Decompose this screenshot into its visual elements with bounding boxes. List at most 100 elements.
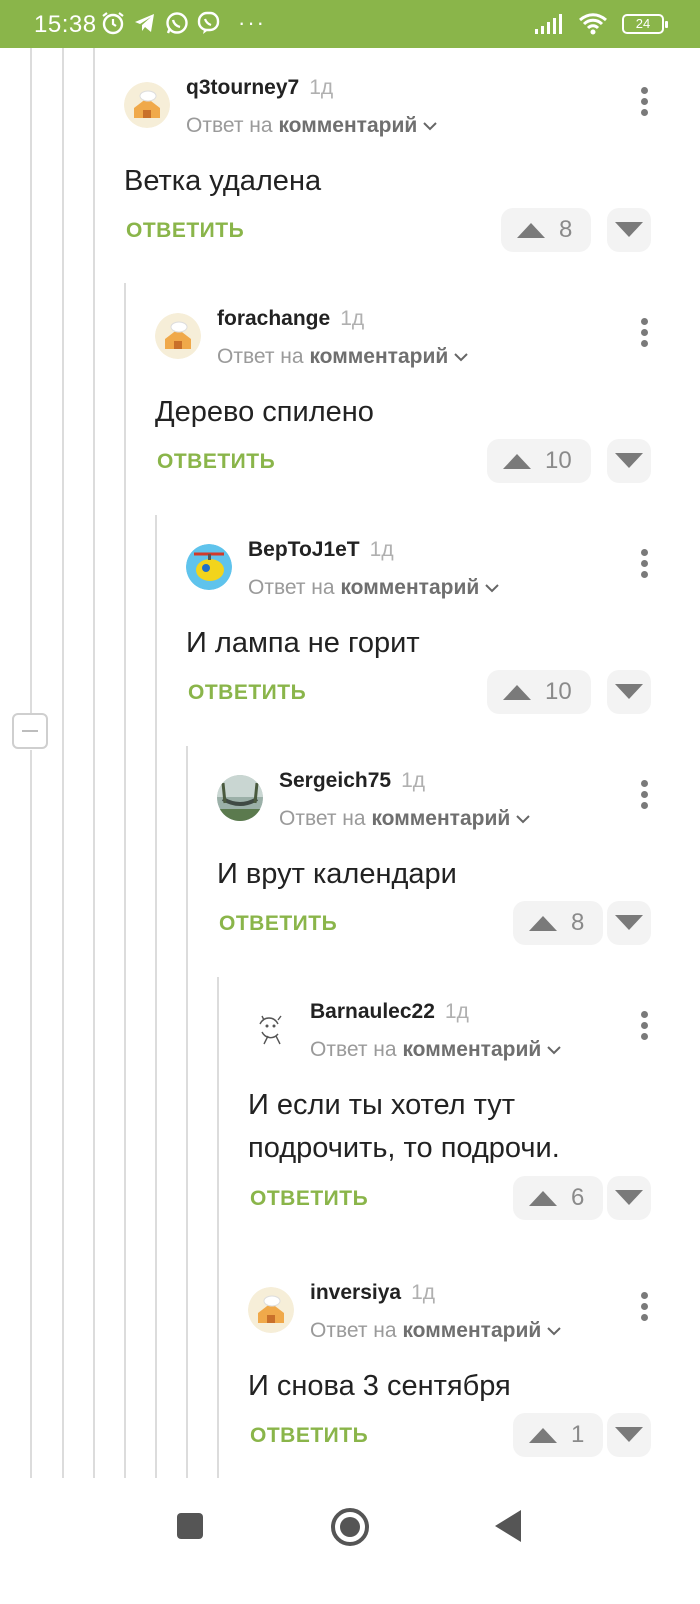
arrow-down-icon	[615, 684, 643, 699]
reply-to[interactable]: Ответ на комментарий	[279, 807, 530, 831]
more-options-button[interactable]	[634, 84, 654, 124]
chevron-down-icon	[485, 584, 499, 593]
navigation-bar	[0, 1478, 700, 1604]
avatar[interactable]	[186, 544, 232, 590]
arrow-down-icon	[615, 222, 643, 237]
thread-line	[155, 515, 157, 1478]
arrow-up-icon	[517, 223, 545, 238]
reply-to[interactable]: Ответ на комментарий	[310, 1319, 561, 1343]
arrow-up-icon	[529, 1428, 557, 1443]
chevron-down-icon	[454, 353, 468, 362]
thread-line	[30, 48, 32, 714]
upvote-button[interactable]: 8	[501, 208, 591, 252]
arrow-down-icon	[615, 1190, 643, 1205]
comment-age: 1д	[411, 1281, 436, 1304]
signal-icon	[535, 14, 562, 34]
arrow-down-icon	[615, 1427, 643, 1442]
arrow-up-icon	[503, 454, 531, 469]
avatar[interactable]	[248, 1006, 294, 1052]
notification-icons: ···	[100, 10, 266, 36]
thread-line	[186, 746, 188, 1478]
upvote-button[interactable]: 1	[513, 1413, 603, 1457]
author-name[interactable]: forachange 1д	[217, 307, 364, 331]
avatar[interactable]	[248, 1287, 294, 1333]
thread-line	[30, 750, 32, 1478]
avatar[interactable]	[217, 775, 263, 821]
comment: q3tourney7 1д Ответ на комментарий Ветка …	[124, 76, 664, 262]
more-notifications-icon: ···	[238, 10, 266, 35]
comment-age: 1д	[401, 769, 426, 792]
upvote-button[interactable]: 10	[487, 670, 591, 714]
downvote-button[interactable]	[607, 439, 651, 483]
avatar[interactable]	[155, 313, 201, 359]
downvote-button[interactable]	[607, 1176, 651, 1220]
comment: forachange 1д Ответ на комментарий Дерево…	[155, 307, 665, 493]
upvote-button[interactable]: 6	[513, 1176, 603, 1220]
comment-text-line: подрочить, то подрочи.	[248, 1132, 560, 1164]
author-name[interactable]: Barnaulec22 1д	[310, 1000, 469, 1024]
thread-line	[93, 48, 95, 1478]
reply-to[interactable]: Ответ на комментарий	[217, 345, 468, 369]
comment-age: 1д	[444, 1000, 469, 1023]
comment: inversiya 1д Ответ на комментарий И снова…	[248, 1281, 668, 1467]
vote-count: 10	[545, 447, 572, 474]
reply-button[interactable]: ОТВЕТИТЬ	[250, 1424, 368, 1448]
vote-count: 8	[571, 909, 585, 936]
comment: BepToJ1eT 1д Ответ на комментарий И лампа…	[186, 538, 666, 724]
downvote-button[interactable]	[607, 208, 651, 252]
reply-button[interactable]: ОТВЕТИТЬ	[126, 219, 244, 243]
recent-apps-icon[interactable]	[175, 1511, 205, 1541]
arrow-down-icon	[615, 915, 643, 930]
author-name[interactable]: Sergeich75 1д	[279, 769, 425, 793]
alarm-icon	[102, 12, 124, 35]
status-time: 15:38	[34, 11, 97, 38]
reply-to[interactable]: Ответ на комментарий	[310, 1038, 561, 1062]
more-options-button[interactable]	[634, 1008, 654, 1048]
vote-count: 6	[571, 1184, 585, 1211]
avatar[interactable]	[124, 82, 170, 128]
system-icons: 24	[534, 12, 668, 36]
comment-age: 1д	[369, 538, 394, 561]
wifi-icon	[579, 13, 607, 35]
vote-count: 1	[571, 1421, 585, 1448]
whatsapp-icon	[166, 12, 188, 34]
author-name[interactable]: q3tourney7 1д	[186, 76, 333, 100]
back-icon[interactable]	[493, 1508, 523, 1544]
upvote-button[interactable]: 8	[513, 901, 603, 945]
author-name[interactable]: inversiya 1д	[310, 1281, 435, 1305]
more-options-button[interactable]	[634, 1289, 654, 1329]
reply-button[interactable]: ОТВЕТИТЬ	[188, 681, 306, 705]
battery-icon: 24	[622, 14, 668, 34]
downvote-button[interactable]	[607, 901, 651, 945]
reply-button[interactable]: ОТВЕТИТЬ	[219, 912, 337, 936]
reply-to[interactable]: Ответ на комментарий	[248, 576, 499, 600]
comment: Barnaulec22 1д Ответ на комментарий И есл…	[248, 1000, 668, 1231]
more-options-button[interactable]	[634, 546, 654, 586]
chevron-down-icon	[547, 1046, 561, 1055]
downvote-button[interactable]	[607, 670, 651, 714]
comment-text: Дерево спилено	[155, 396, 374, 428]
reply-button[interactable]: ОТВЕТИТЬ	[157, 450, 275, 474]
more-options-button[interactable]	[634, 315, 654, 355]
reply-to[interactable]: Ответ на комментарий	[186, 114, 437, 138]
comment-text-line: И если ты хотел тут	[248, 1089, 516, 1121]
chevron-down-icon	[516, 815, 530, 824]
vote-count: 10	[545, 678, 572, 705]
home-icon[interactable]	[330, 1507, 370, 1547]
reply-button[interactable]: ОТВЕТИТЬ	[250, 1187, 368, 1211]
chevron-down-icon	[423, 122, 437, 131]
collapse-thread-button[interactable]	[12, 713, 48, 749]
downvote-button[interactable]	[607, 1413, 651, 1457]
arrow-up-icon	[503, 685, 531, 700]
vote-count: 8	[559, 216, 573, 243]
comment-age: 1д	[340, 307, 365, 330]
comment-age: 1д	[309, 76, 334, 99]
thread-line	[124, 283, 126, 1478]
upvote-button[interactable]: 10	[487, 439, 591, 483]
more-options-button[interactable]	[634, 777, 654, 817]
author-name[interactable]: BepToJ1eT 1д	[248, 538, 394, 562]
viber-icon	[197, 11, 220, 34]
arrow-up-icon	[529, 1191, 557, 1206]
comment-text: И врут календари	[217, 858, 457, 890]
arrow-up-icon	[529, 916, 557, 931]
